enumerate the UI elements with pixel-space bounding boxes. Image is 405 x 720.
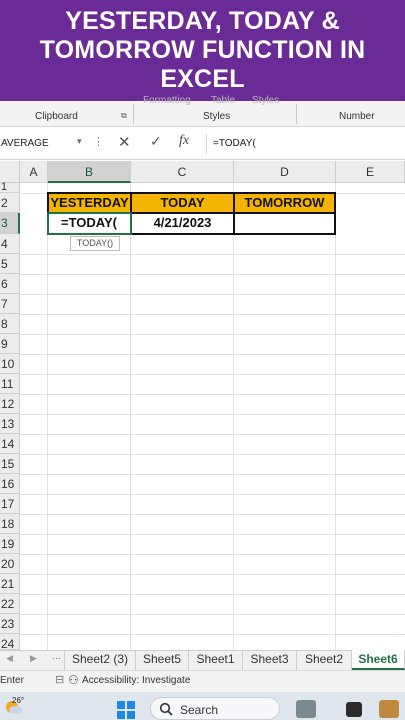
ribbon-ghost-formatting: Formatting xyxy=(143,95,191,106)
accessibility-status[interactable]: Accessibility: Investigate xyxy=(82,675,190,686)
row-header-7[interactable]: 7 xyxy=(0,294,20,314)
select-all-corner[interactable] xyxy=(0,161,20,183)
cell-c3[interactable]: 4/21/2023 xyxy=(130,212,235,235)
chevron-down-icon[interactable]: ▾ xyxy=(77,136,82,147)
gridline xyxy=(20,614,405,615)
ribbon-group-clipboard[interactable]: Clipboard xyxy=(35,111,78,122)
search-label: Search xyxy=(180,703,219,717)
status-mode: Enter xyxy=(0,675,24,686)
row-header-9[interactable]: 9 xyxy=(0,334,20,354)
ribbon-ghost-styles: Styles xyxy=(252,95,280,106)
gridline xyxy=(20,594,405,595)
search-icon xyxy=(159,702,173,716)
more-sheets-icon[interactable]: ⋯ xyxy=(52,653,61,664)
row-header-4[interactable]: 4 xyxy=(0,234,20,254)
gridline xyxy=(20,334,405,335)
row-header-16[interactable]: 16 xyxy=(0,474,20,494)
ribbon-group-styles[interactable]: Styles xyxy=(203,111,230,122)
gridline xyxy=(20,254,405,255)
sheet-tab-sheet3[interactable]: Sheet3 xyxy=(243,650,297,670)
row-header-11[interactable]: 11 xyxy=(0,374,20,394)
row-header-18[interactable]: 18 xyxy=(0,514,20,534)
scroll-left-icon[interactable]: ◀ xyxy=(6,653,13,664)
gridline xyxy=(20,574,405,575)
row-header-2[interactable]: 2 xyxy=(0,193,20,213)
column-header-e[interactable]: E xyxy=(336,161,405,183)
gridline xyxy=(20,394,405,395)
gridline xyxy=(20,474,405,475)
gridline xyxy=(20,354,405,355)
gridline xyxy=(20,494,405,495)
title-banner: YESTERDAY, TODAY & TOMORROW FUNCTION IN … xyxy=(0,0,405,101)
row-header-14[interactable]: 14 xyxy=(0,434,20,454)
row-header-19[interactable]: 19 xyxy=(0,534,20,554)
formula-input[interactable]: =TODAY( xyxy=(206,134,405,154)
row-header-10[interactable]: 10 xyxy=(0,354,20,374)
folder-icon[interactable] xyxy=(379,700,399,718)
weather-temperature: 26° xyxy=(12,696,25,705)
more-options-icon[interactable]: ⋮ xyxy=(93,135,104,148)
row-header-8[interactable]: 8 xyxy=(0,314,20,334)
gridline xyxy=(20,314,405,315)
row-header-12[interactable]: 12 xyxy=(0,394,20,414)
ribbon-group-number[interactable]: Number xyxy=(339,111,375,122)
scroll-right-icon[interactable]: ▶ xyxy=(30,653,37,664)
row-header-1[interactable]: 1 xyxy=(0,182,20,193)
gridline xyxy=(20,374,405,375)
row-header-17[interactable]: 17 xyxy=(0,494,20,514)
sheet-tab-sheet2-3[interactable]: Sheet2 (3) xyxy=(64,650,136,670)
column-header-b[interactable]: B xyxy=(48,161,131,183)
column-header-c[interactable]: C xyxy=(131,161,234,183)
gridline xyxy=(20,454,405,455)
macro-record-icon[interactable]: ⊟ xyxy=(55,673,64,686)
row-header-22[interactable]: 22 xyxy=(0,594,20,614)
banner-line-2: TOMORROW FUNCTION IN xyxy=(39,36,366,64)
banner-line-1: YESTERDAY, TODAY & xyxy=(65,7,340,35)
row-header-21[interactable]: 21 xyxy=(0,574,20,594)
gridline xyxy=(20,634,405,635)
gridline xyxy=(20,294,405,295)
row-header-23[interactable]: 23 xyxy=(0,614,20,634)
row-header-5[interactable]: 5 xyxy=(0,254,20,274)
row-header-13[interactable]: 13 xyxy=(0,414,20,434)
dialog-launcher-icon[interactable]: ⧉ xyxy=(121,111,127,121)
insert-function-icon[interactable]: fx xyxy=(179,133,189,149)
gridline xyxy=(20,434,405,435)
row-header-6[interactable]: 6 xyxy=(0,274,20,294)
windows-start-icon[interactable] xyxy=(116,700,136,720)
ribbon-ghost-table: Table xyxy=(211,95,235,106)
column-header-a[interactable]: A xyxy=(20,161,48,183)
row-header-3[interactable]: 3 xyxy=(0,213,20,234)
gridline xyxy=(20,514,405,515)
gridline xyxy=(20,274,405,275)
active-cell-b3[interactable]: =TODAY( xyxy=(47,212,132,235)
header-cell-yesterday[interactable]: YESTERDAY xyxy=(47,192,132,214)
row-header-20[interactable]: 20 xyxy=(0,554,20,574)
sheet-tab-sheet1[interactable]: Sheet1 xyxy=(189,650,243,670)
manatee-app-icon[interactable] xyxy=(296,700,316,718)
gridline xyxy=(20,534,405,535)
accessibility-icon[interactable]: ⚇ xyxy=(68,673,79,687)
app-icon[interactable] xyxy=(346,702,362,717)
function-tooltip[interactable]: TODAY() xyxy=(70,236,120,251)
gridline xyxy=(20,414,405,415)
name-box[interactable]: AVERAGE xyxy=(0,134,88,154)
column-header-d[interactable]: D xyxy=(234,161,336,183)
row-header-24[interactable]: 24 xyxy=(0,634,20,651)
cell-d3[interactable] xyxy=(233,212,336,235)
gridline xyxy=(20,554,405,555)
ribbon-separator xyxy=(133,104,134,124)
banner-line-3: EXCEL xyxy=(160,65,245,93)
sheet-tab-sheet2[interactable]: Sheet2 xyxy=(297,650,352,670)
ribbon-separator xyxy=(296,104,297,124)
cancel-entry-icon[interactable]: ✕ xyxy=(118,133,131,151)
header-cell-tomorrow[interactable]: TOMORROW xyxy=(233,192,336,214)
confirm-entry-icon[interactable]: ✓ xyxy=(150,133,162,150)
header-cell-today[interactable]: TODAY xyxy=(130,192,235,214)
sheet-tab-sheet6-active[interactable]: Sheet6 xyxy=(352,650,405,670)
sheet-tab-sheet5[interactable]: Sheet5 xyxy=(136,650,189,670)
row-header-15[interactable]: 15 xyxy=(0,454,20,474)
